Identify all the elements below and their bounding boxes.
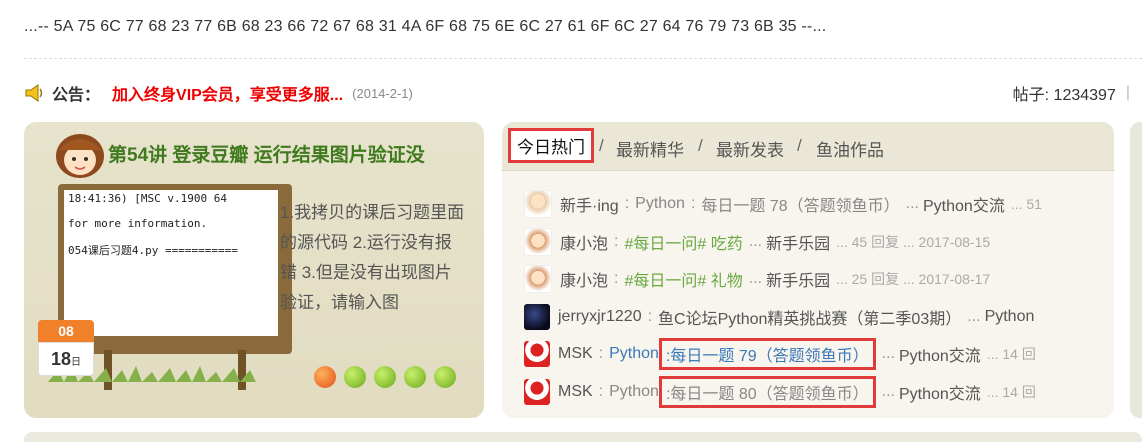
calendar-day: 18日 xyxy=(38,342,94,376)
calendar-month: 08 xyxy=(38,320,94,342)
thread-ellipsis: ... xyxy=(881,383,895,400)
announcement-label: 公告： xyxy=(52,87,101,104)
thread-meta: ... 45 回复 ... 2017-08-15 xyxy=(836,234,991,250)
carousel-dots xyxy=(314,366,456,388)
apple-icon[interactable] xyxy=(314,366,336,388)
announcement-link[interactable]: 加入终身VIP会员，享受更多服... xyxy=(112,81,343,105)
code-screenshot: 18:41:36) [MSC v.1900 64 for more inform… xyxy=(64,190,278,336)
thread-author[interactable]: 新手·ing xyxy=(560,192,619,216)
thread-separator: : xyxy=(598,383,604,400)
tab-separator: / xyxy=(698,136,703,155)
thread-row[interactable]: 康小泡 : #每日一问# 吃药 ... 新手乐园 ... 45 回复 ... 2… xyxy=(524,228,990,256)
apple-icon[interactable] xyxy=(344,366,366,388)
announcement-bar: 公告： 加入终身VIP会员，享受更多服... (2014-2-1) xyxy=(24,80,413,106)
tab-fish-works[interactable]: 鱼油作品 xyxy=(816,136,884,161)
thread-prefix: Python xyxy=(635,195,685,212)
calendar-day-suffix: 日 xyxy=(71,357,82,368)
thread-separator: : xyxy=(690,195,696,212)
avatar-icon[interactable] xyxy=(524,265,552,293)
thread-title[interactable]: 每日一题 78（答题领鱼币） xyxy=(701,192,899,216)
thread-ellipsis: ... xyxy=(967,308,981,325)
thread-title[interactable]: 每日一题 79（答题领鱼币） xyxy=(670,348,868,365)
thread-meta: ... 25 回复 ... 2017-08-17 xyxy=(836,271,991,287)
thread-author[interactable]: MSK xyxy=(558,345,593,363)
posts-count: 帖子: 1234397 | xyxy=(1013,80,1130,106)
thread-ellipsis: ... xyxy=(905,195,919,212)
hot-threads-panel: 今日热门 / 最新精华 / 最新发表 / 鱼油作品 新手·ing : Pytho… xyxy=(502,122,1114,418)
next-panel-edge xyxy=(1130,122,1142,418)
featured-banner[interactable]: 第54讲 登录豆瓣 运行结果图片验证没 18:41:36) [MSC v.190… xyxy=(24,122,484,418)
tab-separator: / xyxy=(599,136,604,155)
thread-separator: : xyxy=(647,308,653,325)
thread-forum[interactable]: 新手乐园 xyxy=(766,230,830,254)
thread-row[interactable]: jerryxjr1220 : 鱼C论坛Python精英挑战赛（第二季03期） .… xyxy=(524,303,1034,331)
thread-prefix[interactable]: Python xyxy=(609,383,659,401)
code-line: 18:41:36) [MSC v.1900 64 xyxy=(68,192,227,205)
apple-icon[interactable] xyxy=(404,366,426,388)
thread-author[interactable]: 康小泡 xyxy=(560,230,608,254)
thread-author[interactable]: MSK xyxy=(558,383,593,401)
thread-row[interactable]: MSK : Python :每日一题 79（答题领鱼币） ... Python交… xyxy=(524,338,1036,370)
thread-title[interactable]: #每日一问# 吃药 xyxy=(624,230,742,254)
next-section-edge xyxy=(24,432,1142,442)
thread-forum[interactable]: 新手乐园 xyxy=(766,267,830,291)
thread-row[interactable]: MSK : Python :每日一题 80（答题领鱼币） ... Python交… xyxy=(524,376,1036,408)
tab-latest-featured[interactable]: 最新精华 xyxy=(616,136,684,161)
thread-author[interactable]: jerryxjr1220 xyxy=(558,308,642,326)
avatar-icon[interactable] xyxy=(524,190,552,218)
avatar-icon[interactable] xyxy=(524,341,550,367)
apple-icon[interactable] xyxy=(374,366,396,388)
thread-separator: : xyxy=(624,195,630,212)
thread-meta: ... 51 xyxy=(1010,196,1042,212)
banner-description[interactable]: 1.我拷贝的课后习题里面的源代码 2.运行没有报错 3.但是没有出现图片验证，请… xyxy=(280,198,466,318)
thread-prefix[interactable]: Python xyxy=(609,345,659,363)
divider xyxy=(24,58,1142,59)
thread-ellipsis: ... xyxy=(748,233,763,250)
thread-row[interactable]: 康小泡 : #每日一问# 礼物 ... 新手乐园 ... 25 回复 ... 2… xyxy=(524,265,990,293)
calendar-day-number: 18 xyxy=(50,349,72,369)
thread-separator: : xyxy=(614,270,619,287)
apple-icon[interactable] xyxy=(434,366,456,388)
thread-title-highlighted[interactable]: :每日一题 80（答题领鱼币） xyxy=(658,376,876,408)
code-line: 054课后习题4.py =========== xyxy=(68,244,238,257)
thread-forum[interactable]: Python交流 xyxy=(899,380,981,404)
encoded-text-line: ...-- 5A 75 6C 77 68 23 77 6B 68 23 66 7… xyxy=(24,18,827,35)
thread-title-highlighted[interactable]: :每日一题 79（答题领鱼币） xyxy=(658,338,876,370)
banner-title[interactable]: 第54讲 登录豆瓣 运行结果图片验证没 xyxy=(108,140,425,167)
thread-ellipsis: ... xyxy=(748,270,763,287)
announcement-date: (2014-2-1) xyxy=(352,85,413,101)
code-line: for more information. xyxy=(68,217,208,230)
thread-separator: : xyxy=(598,345,604,362)
thread-title[interactable]: 每日一题 80（答题领鱼币） xyxy=(670,386,868,403)
avatar-icon[interactable] xyxy=(524,379,550,405)
tab-bar: 今日热门 / 最新精华 / 最新发表 / 鱼油作品 xyxy=(502,122,1114,171)
avatar-icon[interactable] xyxy=(524,228,552,256)
thread-forum[interactable]: Python交流 xyxy=(899,342,981,366)
thread-meta: ... 14 回 xyxy=(986,384,1036,400)
thread-ellipsis: ... xyxy=(881,345,895,362)
thread-forum[interactable]: Python交流 xyxy=(923,192,1005,216)
tab-separator: / xyxy=(797,136,802,155)
speaker-icon xyxy=(25,84,43,102)
thread-separator: : xyxy=(614,233,619,250)
thread-author[interactable]: 康小泡 xyxy=(560,267,608,291)
calendar-icon: 08 18日 xyxy=(38,320,94,376)
posts-separator: | xyxy=(1125,84,1130,101)
thread-title[interactable]: #每日一问# 礼物 xyxy=(624,267,742,291)
thread-meta: ... 14 回 xyxy=(986,346,1036,362)
avatar-icon[interactable] xyxy=(524,304,550,330)
thread-forum[interactable]: Python xyxy=(985,308,1035,326)
thread-title[interactable]: 鱼C论坛Python精英挑战赛（第二季03期） xyxy=(658,305,961,329)
posts-count-text: 帖子: 1234397 xyxy=(1012,87,1116,104)
tab-latest-posts[interactable]: 最新发表 xyxy=(716,136,784,161)
thread-row[interactable]: 新手·ing : Python : 每日一题 78（答题领鱼币） ... Pyt… xyxy=(524,190,1042,218)
tab-today-hot[interactable]: 今日热门 xyxy=(508,128,594,163)
